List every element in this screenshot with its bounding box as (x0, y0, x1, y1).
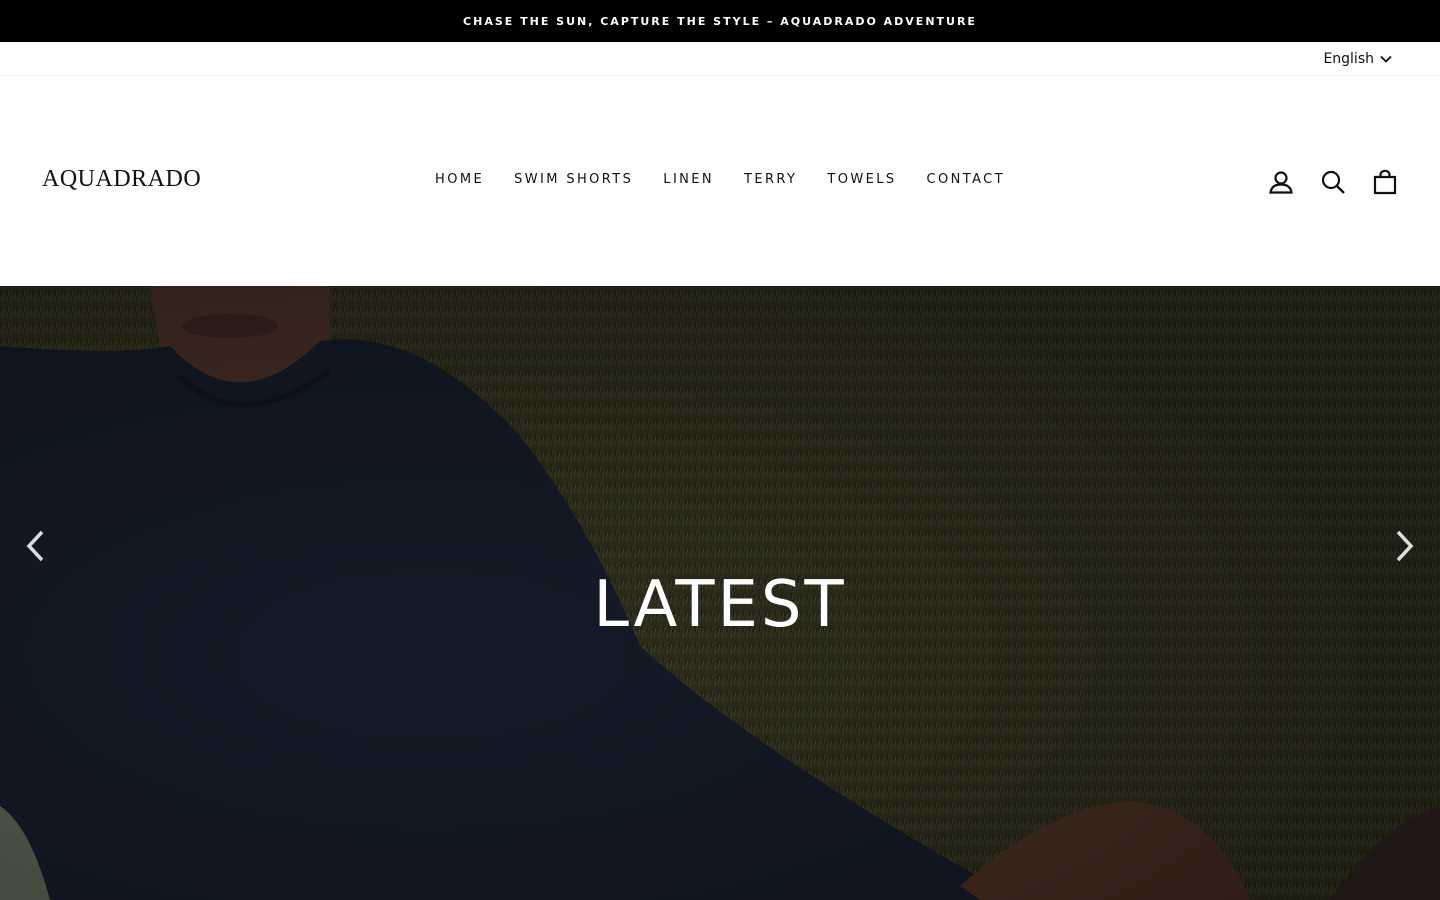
site-header: AQUADRADO HOME SWIM SHORTS LINEN TERRY T… (0, 76, 1440, 286)
hero-title: LATEST (593, 568, 847, 642)
utility-bar: English (0, 42, 1440, 76)
main-nav: HOME SWIM SHORTS LINEN TERRY TOWELS CONT… (0, 172, 1440, 187)
announcement-bar: CHASE THE SUN, CAPTURE THE STYLE – AQUAD… (0, 0, 1440, 42)
cart-icon[interactable] (1370, 167, 1400, 197)
language-label: English (1323, 50, 1374, 67)
nav-item-home[interactable]: HOME (420, 172, 499, 187)
hero-slideshow: LATEST (0, 286, 1440, 900)
chevron-down-icon (1380, 51, 1392, 67)
announcement-text: CHASE THE SUN, CAPTURE THE STYLE – AQUAD… (463, 14, 977, 28)
account-icon[interactable] (1266, 167, 1296, 197)
nav-item-terry[interactable]: TERRY (729, 172, 812, 187)
nav-item-swim-shorts[interactable]: SWIM SHORTS (499, 172, 648, 187)
header-icons (1266, 167, 1400, 197)
nav-item-contact[interactable]: CONTACT (912, 172, 1020, 187)
language-selector[interactable]: English (1323, 51, 1392, 67)
search-icon[interactable] (1318, 167, 1348, 197)
nav-item-towels[interactable]: TOWELS (812, 172, 911, 187)
chevron-right-icon[interactable] (1385, 526, 1425, 566)
chevron-left-icon[interactable] (15, 526, 55, 566)
nav-item-linen[interactable]: LINEN (648, 172, 729, 187)
